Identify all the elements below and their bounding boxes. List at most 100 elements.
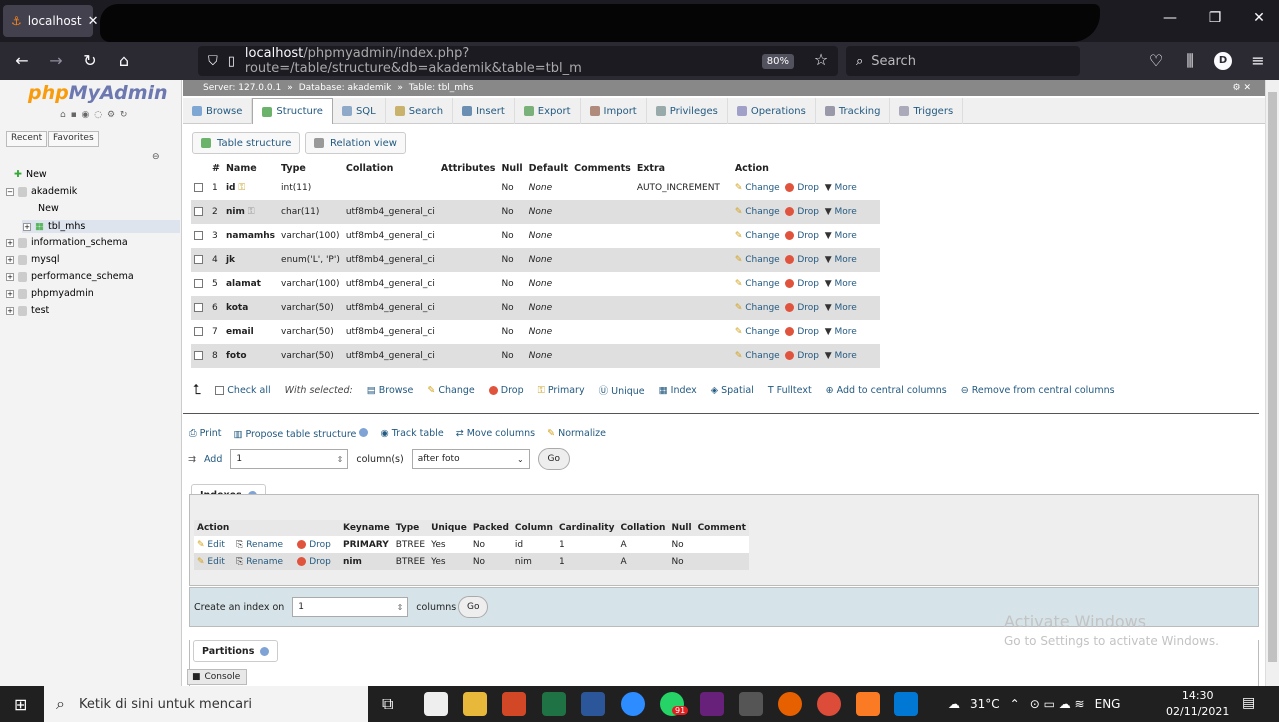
zoom-badge[interactable]: 80% [761,53,794,69]
index-rename-button[interactable]: ⎘ Rename [233,553,295,570]
tab-structure[interactable]: Structure [252,98,333,124]
drop-button[interactable]: Drop [785,255,819,265]
page-scrollbar[interactable] [1265,80,1279,686]
store-icon[interactable] [739,692,763,716]
change-button[interactable]: ✎ Change [735,327,780,337]
back-icon[interactable]: ← [10,51,34,70]
table-row[interactable]: 7 email varchar(50) utf8mb4_general_ci No Non… [191,320,880,344]
chevron-up-icon[interactable]: ⌃ [1010,697,1020,711]
tree-new-db[interactable]: ✚ New [14,169,47,180]
library-icon[interactable]: ⫼ [1178,51,1202,71]
bulk-remove-central-button[interactable]: ⊖ Remove from central columns [961,385,1115,396]
bulk-browse-button[interactable]: ▤ Browse [367,385,414,396]
drop-button[interactable]: Drop [785,351,819,361]
table-row[interactable]: 1 id ⚿ int(11) No None AUTO_INCREMENT ✎ Change… [191,176,880,200]
index-drop-button[interactable]: Drop [294,536,340,553]
drop-button[interactable]: Drop [785,327,819,337]
expand-icon[interactable]: + [6,255,14,264]
row-checkbox[interactable] [194,255,203,264]
change-button[interactable]: ✎ Change [735,303,780,313]
tab-browse[interactable]: Browse [183,98,253,124]
recent-tab[interactable]: Recent [6,131,48,147]
pocket-icon[interactable]: ♡ [1144,51,1168,70]
powerpoint-icon[interactable] [502,692,526,716]
table-row[interactable]: 6 kota varchar(50) utf8mb4_general_ci No None… [191,296,880,320]
xampp-icon[interactable] [856,692,880,716]
weather-icon[interactable]: ☁ [948,697,960,711]
phpmyadmin-logo[interactable]: phpMyAdmin [28,82,168,104]
more-button[interactable]: ▼ More [825,183,857,193]
change-button[interactable]: ✎ Change [735,183,780,193]
bookmark-star-icon[interactable]: ☆ [809,50,833,69]
column-name[interactable]: nim ⚿ [222,200,279,224]
favorites-tab[interactable]: Favorites [48,131,99,147]
spinner-icon[interactable]: ⇕ [337,455,344,464]
column-name[interactable]: namamhs [222,224,279,248]
browser-search-box[interactable]: ⌕ Search [846,46,1080,76]
tab-tracking[interactable]: Tracking [816,98,891,124]
row-checkbox[interactable] [194,351,203,360]
tree-performance-schema[interactable]: + performance_schema [6,271,134,282]
file-explorer-icon[interactable] [463,692,487,716]
help-icon[interactable] [359,428,369,437]
collapse-icon[interactable]: − [6,187,14,196]
home-icon[interactable]: ⌂ [112,51,136,70]
row-checkbox[interactable] [194,279,203,288]
scroll-thumb[interactable] [1268,92,1277,662]
browser-tab[interactable]: ⚓ localhost ✕ [3,5,99,37]
tray-icons[interactable]: ⊙ ▭ ☁ ≋ [1030,697,1085,711]
expand-icon[interactable]: + [6,306,14,315]
windows-start-icon[interactable]: ⊞ [14,695,27,714]
tree-phpmyadmin[interactable]: + phpmyadmin [6,288,94,299]
bulk-change-button[interactable]: ✎ Change [427,385,474,396]
taskbar-search[interactable]: ⌕ Ketik di sini untuk mencari [44,686,368,722]
bulk-fulltext-button[interactable]: T Fulltext [768,385,812,396]
tree-tbl-mhs[interactable]: + ▦ tbl_mhs [22,220,180,233]
reload-icon[interactable]: ↻ [78,51,102,70]
url-bar[interactable]: ⛉ ▯ localhost/phpmyadmin/index.php?route… [198,46,838,76]
column-name[interactable]: alamat [222,272,279,296]
menu-icon[interactable]: ≡ [1246,51,1270,70]
table-row[interactable]: 2 nim ⚿ char(11) utf8mb4_general_ci No None ✎ … [191,200,880,224]
partitions-legend[interactable]: Partitions [193,640,279,662]
zoom-app-icon[interactable] [621,692,645,716]
language-indicator[interactable]: ENG [1095,697,1121,711]
track-table-link[interactable]: ◉ Track table [380,428,443,440]
bulk-index-button[interactable]: ▦ Index [659,385,697,396]
tab-triggers[interactable]: Triggers [890,98,964,124]
table-row[interactable]: 3 namamhs varchar(100) utf8mb4_general_ci No… [191,224,880,248]
column-name[interactable]: email [222,320,279,344]
change-button[interactable]: ✎ Change [735,255,780,265]
breadcrumb-table[interactable]: Table: tbl_mhs [409,83,474,93]
tree-mysql[interactable]: + mysql [6,254,60,265]
temperature[interactable]: 31°C [970,697,1000,711]
firefox-icon[interactable] [778,692,802,716]
table-row[interactable]: 5 alamat varchar(100) utf8mb4_general_ci No N… [191,272,880,296]
position-select[interactable]: after foto ⌄ [411,449,530,469]
create-index-go-button[interactable]: Go [458,596,489,618]
normalize-link[interactable]: ✎ Normalize [547,428,606,440]
url-text[interactable]: localhost/phpmyadmin/index.php?route=/ta… [245,46,752,76]
tab-insert[interactable]: Insert [453,98,515,124]
print-link[interactable]: ⎙ Print [189,428,221,440]
tab-operations[interactable]: Operations [728,98,816,124]
add-count-input[interactable]: 1 ⇕ [230,449,349,469]
expand-icon[interactable]: + [23,222,31,231]
breadcrumb-database[interactable]: Database: akademik [299,83,392,93]
tab-search[interactable]: Search [386,98,454,124]
check-all-checkbox[interactable] [215,385,225,395]
drop-button[interactable]: Drop [785,207,819,217]
index-rename-button[interactable]: ⎘ Rename [233,536,295,553]
row-checkbox[interactable] [194,231,203,240]
link-icon[interactable]: ⊖ [152,152,160,162]
more-button[interactable]: ▼ More [825,351,857,361]
console-toggle[interactable]: ■ Console [187,669,247,685]
propose-structure-link[interactable]: ▥ Propose table structure [233,428,369,440]
bulk-spatial-button[interactable]: ◈ Spatial [711,385,754,396]
row-checkbox[interactable] [194,183,203,192]
change-button[interactable]: ✎ Change [735,207,780,217]
change-button[interactable]: ✎ Change [735,279,780,289]
help-icon[interactable] [260,646,270,656]
bulk-primary-button[interactable]: ⚿ Primary [538,385,585,396]
close-window-icon[interactable]: ✕ [1244,10,1274,26]
